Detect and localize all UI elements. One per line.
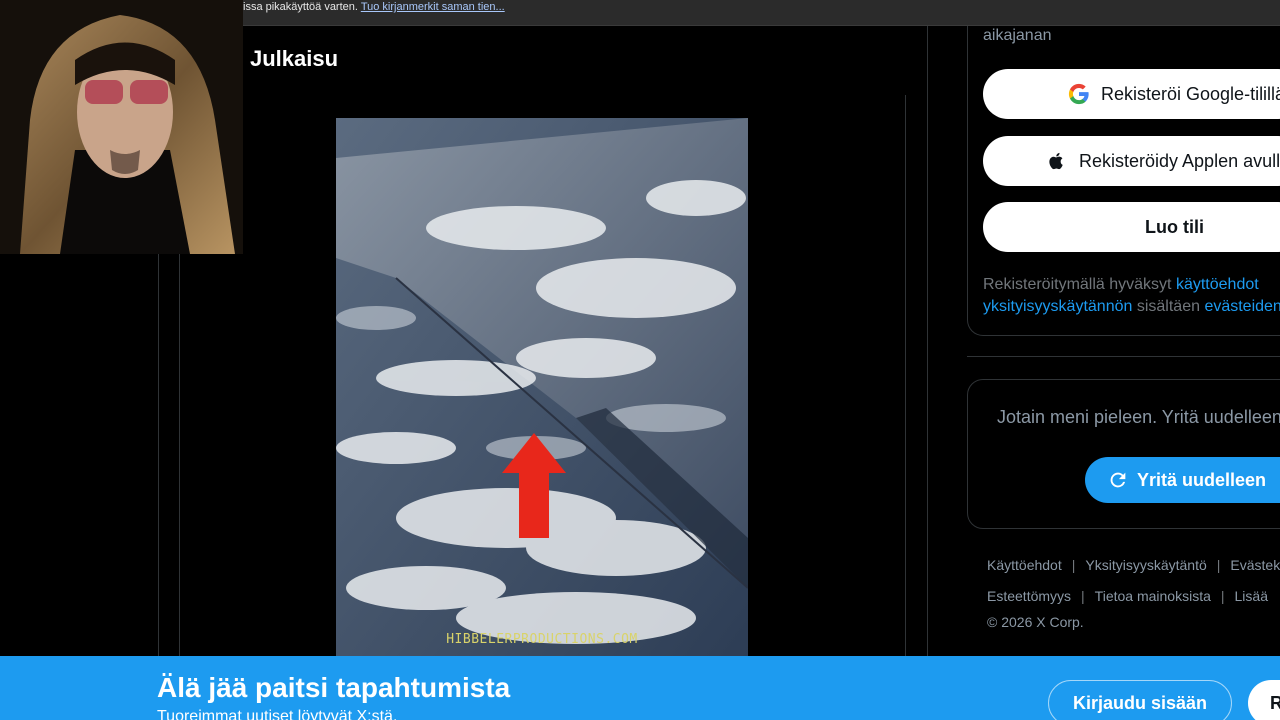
privacy-link[interactable]: yksityisyyskäytännön — [983, 298, 1132, 315]
error-card — [967, 379, 1280, 529]
signup-card-text: aikajanan — [983, 27, 1052, 44]
terms-prefix: Rekisteröitymällä hyväksyt — [983, 276, 1176, 293]
footer-separator: | — [1216, 557, 1221, 573]
apple-signup-label: Rekisteröidy Applen avulla — [1079, 150, 1280, 171]
error-message: Jotain meni pieleen. Yritä uudelleen. — [997, 407, 1280, 427]
copyright: © 2026 X Corp. — [987, 614, 1084, 630]
terms-link[interactable]: käyttöehdot — [1176, 276, 1259, 293]
google-signup-label: Rekisteröi Google-tilillä — [1101, 83, 1280, 104]
media-watermark: HIBBELERPRODUCTIONS.COM — [446, 632, 638, 647]
banner-title: Älä jää paitsi tapahtumista — [157, 672, 511, 703]
footer-link-accessibility[interactable]: Esteettömyys — [987, 588, 1071, 604]
login-button[interactable]: Kirjaudu sisään — [1048, 680, 1232, 720]
terms-middle: sisältäen — [1132, 298, 1205, 315]
footer-link-more[interactable]: Lisää — [1235, 588, 1268, 604]
bookmark-hint: issa pikakäyttöä varten. Tuo kirjanmerki… — [243, 0, 505, 14]
footer-links-row-2: Esteettömyys | Tietoa mainoksista | Lisää — [987, 588, 1268, 604]
column-border-right-outer — [927, 26, 928, 656]
footer-link-privacy[interactable]: Yksityisyyskäytäntö — [1085, 557, 1206, 573]
page-title: Julkaisu — [250, 46, 339, 71]
google-signup-button[interactable]: Rekisteröi Google-tilillä — [983, 69, 1280, 119]
footer-links-row-1: Käyttöehdot | Yksityisyyskäytäntö | Evästekä… — [987, 557, 1280, 573]
google-icon — [1067, 82, 1091, 106]
apple-signup-button[interactable]: Rekisteröidy Applen avulla — [983, 136, 1280, 186]
bookmark-hint-text: issa pikakäyttöä varten. — [243, 1, 361, 13]
signup-banner: Älä jää paitsi tapahtumista Tuoreimmat u… — [0, 656, 1280, 720]
footer-separator: | — [1071, 557, 1076, 573]
webcam-person-image — [0, 0, 243, 254]
footer-link-ads-info[interactable]: Tietoa mainoksista — [1095, 588, 1211, 604]
banner-subtitle: Tuoreimmat uutiset löytyvät X:stä. — [157, 708, 398, 720]
footer-link-terms[interactable]: Käyttöehdot — [987, 557, 1062, 573]
create-account-label: Luo tili — [1145, 216, 1204, 237]
sidebar-divider — [967, 356, 1280, 357]
retry-button[interactable]: Yritä uudelleen — [1085, 457, 1280, 503]
import-bookmarks-link[interactable]: Tuo kirjanmerkit saman tien... — [361, 1, 505, 13]
terms-text: Rekisteröitymällä hyväksyt käyttöehdot y… — [983, 274, 1280, 318]
webcam-overlay — [0, 0, 243, 254]
footer-separator: | — [1081, 588, 1085, 604]
footer-separator: | — [1220, 588, 1225, 604]
signup-button[interactable]: Rekisteröidy — [1248, 680, 1280, 720]
refresh-icon — [1107, 469, 1129, 491]
apple-icon — [1045, 149, 1069, 173]
footer-link-cookies[interactable]: Evästekäytäntö — [1230, 557, 1280, 573]
cookies-link[interactable]: evästeiden käytön. — [1204, 298, 1280, 315]
satellite-image — [336, 118, 748, 658]
create-account-button[interactable]: Luo tili — [983, 202, 1280, 252]
post-media[interactable]: HIBBELERPRODUCTIONS.COM — [336, 118, 748, 658]
retry-label: Yritä uudelleen — [1137, 469, 1267, 490]
column-border-right-inner — [905, 95, 906, 656]
